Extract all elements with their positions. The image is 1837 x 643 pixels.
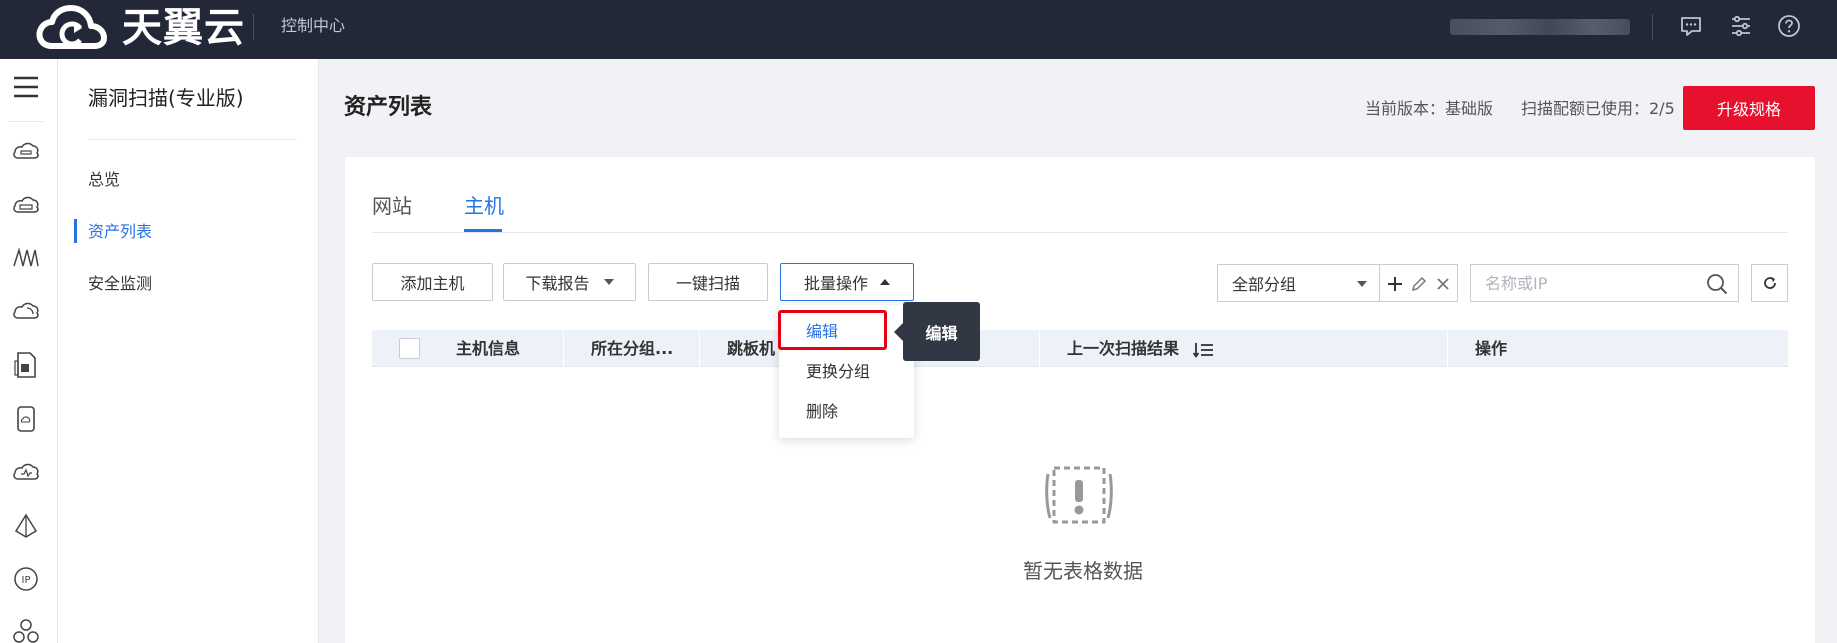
divider (253, 14, 254, 40)
product-icon-rail: IP (0, 59, 58, 643)
empty-state-text: 暂无表格数据 (1023, 559, 1143, 583)
refresh-icon (1763, 277, 1776, 289)
tab-website[interactable]: 网站 (372, 193, 412, 219)
user-account-blurred[interactable] (1450, 19, 1630, 35)
batch-operations-label: 批量操作 (803, 274, 868, 293)
empty-data-icon (1045, 466, 1113, 524)
brand-logo[interactable]: 天翼云 (36, 4, 245, 52)
menu-icon[interactable] (10, 71, 42, 103)
column-group[interactable]: 所在分组... (591, 330, 673, 367)
search-icon[interactable] (1706, 273, 1728, 295)
cloud-monitor-icon[interactable] (10, 456, 42, 488)
phone-cloud-icon[interactable] (10, 403, 42, 435)
version-text: 当前版本：基础版 (1365, 99, 1494, 118)
ip-icon[interactable]: IP (10, 563, 42, 595)
tabs-divider (372, 232, 1788, 233)
add-host-label: 添加主机 (400, 274, 465, 293)
close-icon[interactable] (1433, 274, 1453, 294)
nav-item-overview[interactable]: 总览 (88, 169, 120, 191)
select-all-checkbox[interactable] (399, 338, 420, 359)
column-last-scan-label: 上一次扫描结果 (1067, 339, 1180, 358)
group-select[interactable]: 全部分组 (1217, 264, 1380, 302)
one-click-scan-label: 一键扫描 (675, 274, 740, 293)
search-box (1470, 264, 1739, 302)
edit-tooltip: 编辑 (903, 302, 980, 361)
add-host-button[interactable]: 添加主机 (372, 263, 493, 301)
sort-icon[interactable] (1192, 341, 1215, 359)
menu-item-delete[interactable]: 删除 (806, 401, 838, 423)
column-separator (699, 330, 700, 367)
refresh-button[interactable] (1751, 264, 1788, 302)
divider (8, 121, 44, 122)
console-link[interactable]: 控制中心 (281, 16, 345, 36)
one-click-scan-button[interactable]: 一键扫描 (648, 263, 768, 301)
help-icon[interactable] (1776, 13, 1802, 39)
chevron-down-icon (1357, 281, 1367, 287)
menu-item-change-group[interactable]: 更换分组 (806, 361, 870, 383)
cluster-icon[interactable] (10, 615, 42, 643)
cloud-server-icon[interactable] (10, 135, 42, 167)
cloud-host-icon[interactable] (10, 189, 42, 221)
column-jump-server: 跳板机 (727, 339, 776, 358)
column-host-info: 主机信息 (456, 339, 521, 358)
quota-text: 扫描配额已使用：2/5 (1521, 99, 1675, 118)
brand-name: 天翼云 (122, 5, 245, 51)
nav-item-security-monitor[interactable]: 安全监测 (88, 273, 152, 295)
message-icon[interactable] (1678, 13, 1704, 39)
network-icon[interactable] (10, 242, 42, 274)
column-separator (1447, 330, 1448, 367)
svg-text:IP: IP (22, 575, 31, 586)
search-input[interactable] (1471, 265, 1691, 301)
divider (1652, 14, 1653, 40)
top-bar: 天翼云 控制中心 (0, 0, 1837, 59)
add-icon[interactable] (1385, 274, 1405, 294)
divider (88, 139, 297, 140)
column-separator (563, 330, 564, 367)
highlight-box (778, 310, 887, 350)
product-title: 漏洞扫描(专业版) (88, 86, 244, 110)
chevron-up-icon (880, 279, 890, 285)
group-actions (1380, 264, 1458, 302)
table-header: 主机信息 所在分组... 跳板机 上一次扫描结果 操作 (372, 330, 1788, 367)
active-tab-indicator (464, 229, 502, 232)
prism-icon[interactable] (10, 510, 42, 542)
active-indicator (74, 219, 77, 243)
batch-operations-button[interactable]: 批量操作 (780, 263, 914, 301)
chevron-down-icon (603, 279, 614, 285)
document-icon[interactable] (10, 349, 42, 381)
secondary-nav: 漏洞扫描(专业版) 总览 资产列表 安全监测 (58, 59, 319, 643)
cloud-logo-icon (36, 5, 107, 49)
column-separator (1039, 330, 1040, 367)
download-report-label: 下载报告 (525, 274, 590, 293)
download-report-button[interactable]: 下载报告 (503, 263, 636, 301)
settings-sliders-icon[interactable] (1728, 13, 1754, 39)
edit-icon[interactable] (1409, 274, 1429, 294)
column-actions: 操作 (1475, 339, 1508, 358)
group-select-value: 全部分组 (1232, 275, 1297, 294)
page-title: 资产列表 (344, 95, 433, 120)
column-last-scan-result[interactable]: 上一次扫描结果 (1067, 330, 1215, 367)
cloud-icon[interactable] (10, 295, 42, 327)
tab-host[interactable]: 主机 (464, 193, 504, 219)
nav-item-asset-list[interactable]: 资产列表 (88, 221, 152, 243)
tooltip-arrow (894, 323, 903, 341)
upgrade-button[interactable]: 升级规格 (1683, 86, 1815, 130)
